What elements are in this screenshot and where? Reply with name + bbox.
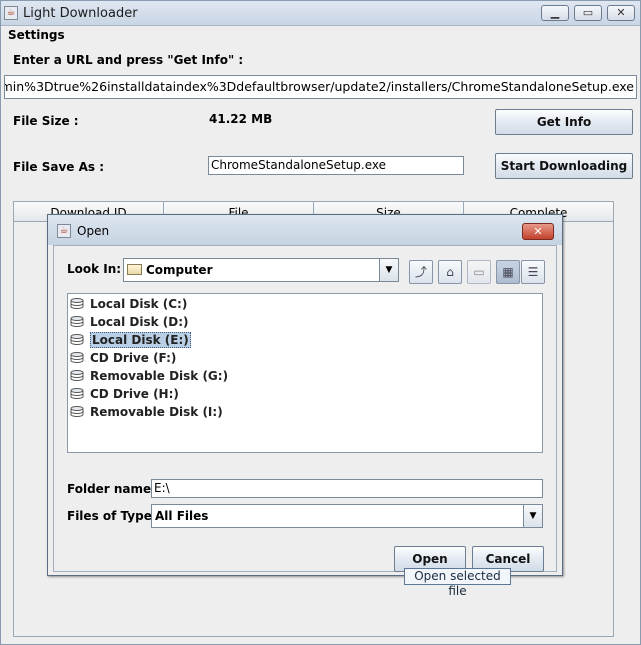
folder-name-label: Folder name: (67, 482, 156, 496)
open-dialog: ☕ Open ✕ Look In: Computer ▼ ⤴ ⌂ ▭ ▦ ☰ L… (47, 214, 563, 576)
look-in-value: Computer (146, 263, 213, 277)
drive-icon (70, 369, 84, 382)
dialog-body: Look In: Computer ▼ ⤴ ⌂ ▭ ▦ ☰ Local Disk… (53, 245, 557, 572)
list-item-label: Local Disk (D:) (90, 315, 189, 329)
dialog-title-bar: ☕ Open ✕ (48, 215, 562, 245)
drive-icon (70, 297, 84, 310)
details-view-button[interactable]: ☰ (521, 260, 545, 284)
drive-icon (70, 351, 84, 364)
file-size-label: File Size : (13, 114, 79, 128)
chevron-down-icon[interactable]: ▼ (523, 505, 542, 527)
list-item[interactable]: Removable Disk (I:) (70, 403, 223, 421)
look-in-label: Look In: (67, 262, 122, 276)
chevron-down-icon[interactable]: ▼ (379, 259, 398, 281)
url-input[interactable]: e%26needsadmin%3Dtrue%26installdataindex… (4, 75, 637, 99)
open-tooltip: Open selected file (404, 568, 511, 598)
menu-settings[interactable]: Settings (8, 28, 65, 42)
start-downloading-button[interactable]: Start Downloading (495, 153, 633, 179)
files-of-type-value: All Files (155, 509, 209, 523)
url-input-value: e%26needsadmin%3Dtrue%26installdataindex… (5, 79, 634, 94)
list-item-label: Local Disk (E:) (90, 332, 191, 348)
url-prompt-label: Enter a URL and press "Get Info" : (13, 53, 244, 67)
list-item[interactable]: Local Disk (C:) (70, 295, 187, 313)
drive-icon (70, 405, 84, 418)
folder-name-input[interactable]: E:\ (151, 479, 543, 498)
minimize-button[interactable]: ▁ (541, 5, 569, 21)
list-item-label: Local Disk (C:) (90, 297, 188, 311)
list-item-label: Removable Disk (I:) (90, 405, 223, 419)
drive-icon (70, 333, 84, 346)
java-app-icon: ☕ (4, 6, 18, 20)
drive-icon (70, 315, 84, 328)
file-list[interactable]: Local Disk (C:) Local Disk (D:) Local Disk… (67, 293, 543, 453)
dialog-title: Open (77, 224, 110, 238)
list-view-button[interactable]: ▦ (496, 260, 520, 284)
window-title: Light Downloader (23, 6, 138, 21)
folder-icon (127, 264, 142, 275)
get-info-button[interactable]: Get Info (495, 109, 633, 135)
list-item[interactable]: CD Drive (F:) (70, 349, 176, 367)
menu-bar: Settings (1, 26, 640, 46)
new-folder-button[interactable]: ▭ (467, 260, 491, 284)
files-of-type-combo[interactable]: All Files ▼ (151, 504, 543, 528)
close-button[interactable]: ✕ (607, 5, 635, 21)
save-as-input[interactable]: ChromeStandaloneSetup.exe (208, 156, 464, 175)
file-size-value: 41.22 MB (209, 112, 273, 126)
list-item-label: Removable Disk (G:) (90, 369, 229, 383)
maximize-button[interactable]: ▭ (574, 5, 602, 21)
files-of-type-label: Files of Type: (67, 509, 157, 523)
home-button[interactable]: ⌂ (438, 260, 462, 284)
up-one-level-button[interactable]: ⤴ (409, 260, 433, 284)
list-item[interactable]: CD Drive (H:) (70, 385, 179, 403)
list-item-label: CD Drive (F:) (90, 351, 177, 365)
list-item[interactable]: Removable Disk (G:) (70, 367, 228, 385)
list-item[interactable]: Local Disk (D:) (70, 313, 189, 331)
look-in-combo[interactable]: Computer ▼ (123, 258, 399, 282)
list-item[interactable]: Local Disk (E:) (70, 331, 191, 349)
title-bar: ☕ Light Downloader ▁ ▭ ✕ (1, 1, 640, 26)
list-item-label: CD Drive (H:) (90, 387, 179, 401)
save-as-label: File Save As : (13, 160, 105, 174)
drive-icon (70, 387, 84, 400)
dialog-close-button[interactable]: ✕ (522, 223, 554, 240)
java-dialog-icon: ☕ (57, 224, 71, 238)
